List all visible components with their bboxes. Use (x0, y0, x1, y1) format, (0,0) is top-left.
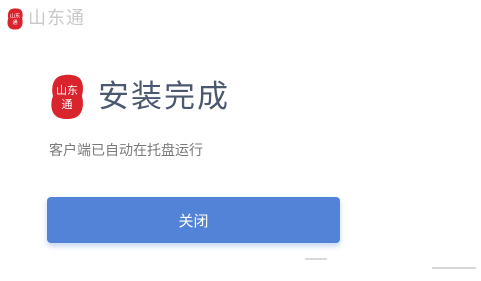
install-complete-heading: 安装完成 (98, 79, 230, 115)
shandongtong-seal-icon: 山东 通 (51, 74, 83, 119)
completion-header: 山东 通 安装完成 (49, 74, 230, 120)
tray-running-message: 客户端已自动在托盘运行 (49, 143, 203, 159)
divider-fragment (305, 258, 327, 260)
title-bar: 山东 通 山东通 (6, 6, 85, 32)
installer-window: 山东 通 山东通 山东 通 安装完成 客户端已自动在托盘运行 关闭 (0, 0, 481, 281)
svg-text:通: 通 (62, 98, 73, 111)
shandongtong-logo-icon: 山东 通 (7, 8, 23, 30)
close-button[interactable]: 关闭 (47, 197, 340, 243)
svg-text:山东: 山东 (56, 84, 78, 97)
app-title: 山东通 (28, 8, 85, 29)
divider-fragment (432, 267, 476, 269)
